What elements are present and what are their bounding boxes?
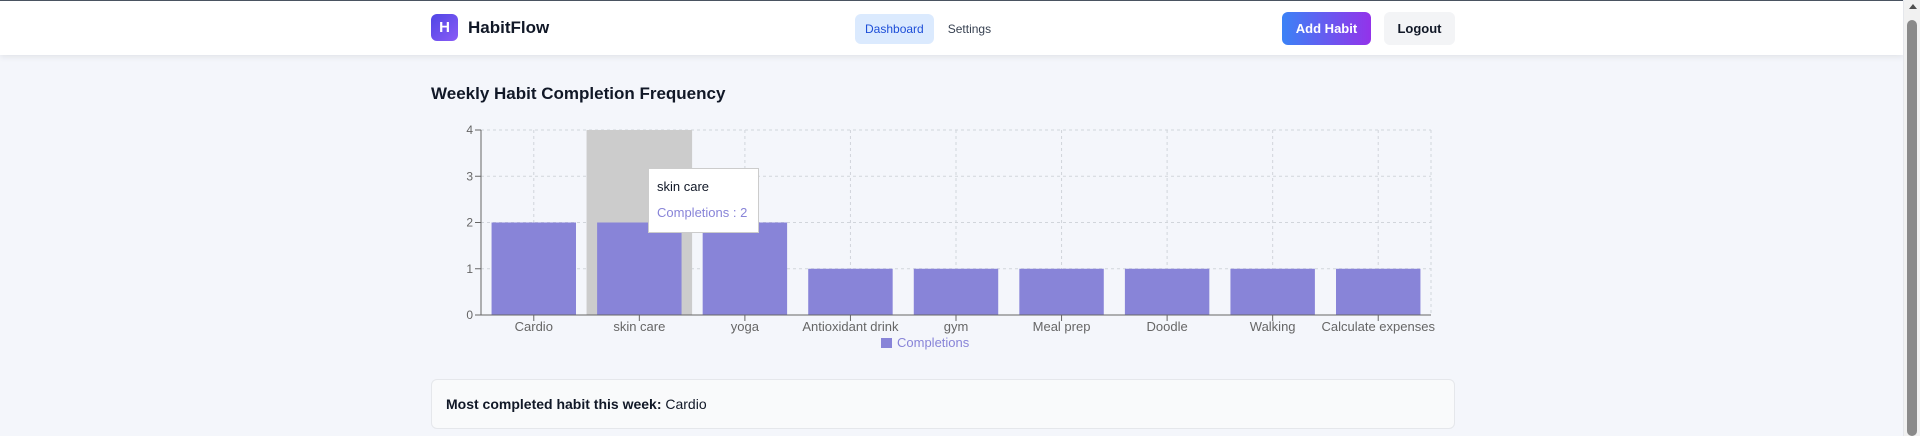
summary-card: Most completed habit this week: Cardio (431, 379, 1455, 429)
habit-completion-chart: 0 1 2 3 4 Cardio skin care yoga Antioxidant drin… (466, 123, 1435, 350)
summary-label: Most completed habit this week: (446, 396, 662, 412)
add-habit-button[interactable]: Add Habit (1282, 12, 1371, 45)
x-tick-label: Meal prep (1033, 319, 1091, 334)
tooltip-category: skin care (657, 179, 710, 194)
y-tick-label: 0 (466, 308, 473, 322)
nav-dashboard[interactable]: Dashboard (855, 14, 934, 44)
app-name: HabitFlow (468, 17, 550, 37)
chart-title: Weekly Habit Completion Frequency (431, 84, 726, 103)
y-tick-label: 3 (466, 169, 473, 183)
legend-label: Completions (897, 335, 970, 350)
brand[interactable]: H HabitFlow (431, 14, 549, 41)
chart-tooltip: skin care Completions : 2 (648, 168, 759, 233)
x-tick-label: Calculate expenses (1321, 319, 1435, 334)
x-tick-label: Cardio (515, 319, 553, 334)
bar-yoga (702, 222, 788, 315)
scroll-up-arrow-icon[interactable] (1909, 4, 1917, 9)
brand-logo-icon: H (431, 14, 458, 41)
x-tick-label: skin care (613, 319, 665, 334)
scrollbar-thumb[interactable] (1907, 20, 1917, 436)
page-scrollbar[interactable] (1903, 0, 1920, 436)
tooltip-value: Completions : 2 (657, 205, 748, 220)
x-tick-label: Walking (1250, 319, 1296, 334)
x-tick-label: yoga (731, 319, 760, 334)
y-tick-label: 2 (466, 216, 473, 230)
bar-meal-prep (1019, 268, 1104, 315)
x-tick-label: gym (944, 319, 969, 334)
nav-settings[interactable]: Settings (938, 14, 1001, 44)
bar-antioxidant-drink (808, 268, 893, 315)
legend-swatch (881, 338, 892, 348)
x-tick-label: Doodle (1147, 319, 1188, 334)
y-tick-label: 4 (466, 123, 473, 137)
bar-calculate-expenses (1336, 268, 1421, 315)
bar-walking (1230, 268, 1315, 315)
logout-button[interactable]: Logout (1384, 12, 1455, 45)
top-navbar: H HabitFlow Dashboard Settings Add Habit… (0, 1, 1903, 55)
nav-links: Dashboard Settings (855, 14, 1005, 44)
y-tick-label: 1 (466, 262, 473, 276)
bar-skin-care (597, 222, 682, 315)
bar-doodle (1124, 268, 1210, 315)
bar-cardio (491, 222, 576, 315)
bar-gym (913, 268, 999, 315)
x-tick-label: Antioxidant drink (802, 319, 899, 334)
summary-value: Cardio (665, 396, 707, 412)
